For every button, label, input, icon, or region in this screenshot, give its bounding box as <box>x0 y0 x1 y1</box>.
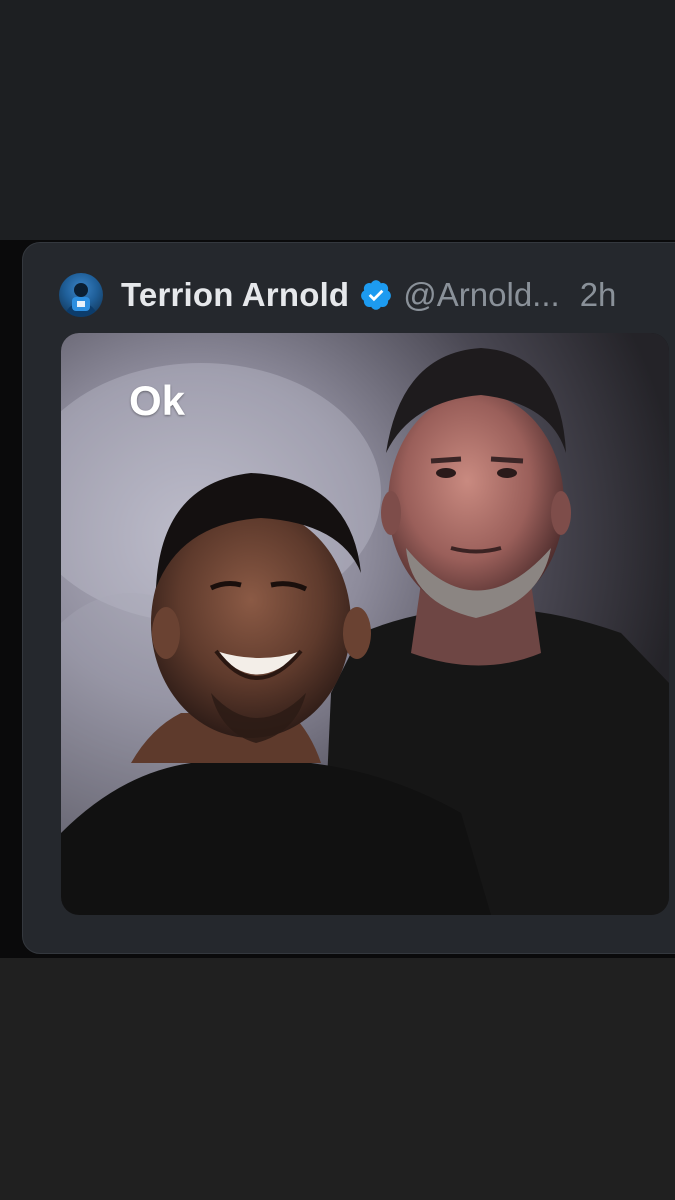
handle[interactable]: @Arnold... <box>403 276 559 314</box>
verified-badge-icon <box>361 280 392 310</box>
quoted-tweet-card[interactable]: Terrion Arnold @Arnold... 2h Ok <box>22 242 675 954</box>
photo-caption-ok: Ok <box>129 377 186 424</box>
top-background <box>0 0 675 240</box>
avatar[interactable] <box>59 273 103 317</box>
timestamp[interactable]: 2h <box>580 276 617 314</box>
display-name[interactable]: Terrion Arnold <box>121 276 349 314</box>
bottom-background <box>0 958 675 1200</box>
tweet-header: Terrion Arnold @Arnold... 2h <box>59 271 616 319</box>
tweet-photo[interactable]: Ok <box>61 333 669 915</box>
